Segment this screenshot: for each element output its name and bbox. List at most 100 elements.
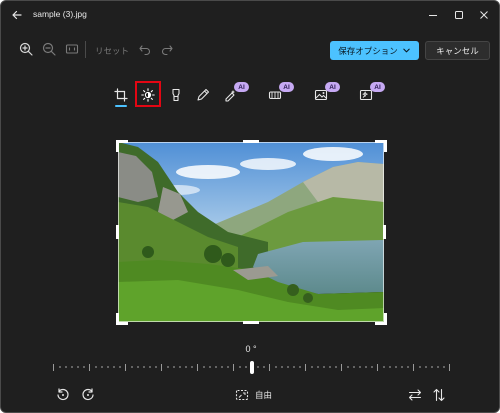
rotate-left-icon[interactable] (55, 387, 71, 403)
ruler-minor-tick (389, 366, 391, 368)
ruler-minor-tick (293, 366, 295, 368)
straighten-slider-thumb[interactable] (250, 361, 254, 374)
ruler-minor-tick (419, 366, 421, 368)
ruler-minor-tick (299, 366, 301, 368)
ruler-major-tick (341, 364, 342, 371)
ruler-minor-tick (173, 366, 175, 368)
close-icon[interactable] (476, 7, 492, 23)
ruler-major-tick (53, 364, 54, 371)
ruler-major-tick (449, 364, 450, 371)
ruler-minor-tick (155, 366, 157, 368)
photo-canvas[interactable] (118, 142, 384, 322)
ruler-minor-tick (401, 366, 403, 368)
ruler-minor-tick (407, 366, 409, 368)
back-arrow-icon[interactable] (9, 7, 25, 23)
ruler-minor-tick (353, 366, 355, 368)
crop-handle-right[interactable] (383, 225, 386, 239)
ruler-minor-tick (443, 366, 445, 368)
redo-icon[interactable] (159, 41, 175, 57)
markup-pen-icon[interactable] (195, 87, 211, 103)
fit-to-window-icon[interactable] (64, 41, 80, 57)
straighten-slider[interactable] (53, 361, 450, 375)
ruler-minor-tick (335, 366, 337, 368)
ruler-major-tick (89, 364, 90, 371)
ruler-minor-tick (425, 366, 427, 368)
ai-badge: AI (325, 82, 340, 92)
straighten-angle-label: 0 ° (245, 344, 257, 354)
crop-handle-top-right[interactable] (375, 140, 387, 152)
ruler-minor-tick (119, 366, 121, 368)
ruler-minor-tick (167, 366, 169, 368)
ruler-minor-tick (275, 366, 277, 368)
ruler-minor-tick (65, 366, 67, 368)
ruler-minor-tick (185, 366, 187, 368)
ruler-major-tick (161, 364, 162, 371)
ruler-minor-tick (137, 366, 139, 368)
ai-badge: AI (234, 82, 249, 92)
ruler-minor-tick (323, 366, 325, 368)
ruler-minor-tick (59, 366, 61, 368)
aspect-ratio-icon (235, 389, 249, 401)
aspect-ratio-label: 自由 (255, 390, 273, 400)
ai-badge: AI (370, 82, 385, 92)
ruler-major-tick (269, 364, 270, 371)
ruler-minor-tick (239, 366, 241, 368)
flip-horizontal-icon[interactable] (407, 387, 423, 403)
ruler-minor-tick (83, 366, 85, 368)
reset-button[interactable]: リセット (95, 45, 129, 57)
aspect-ratio-button[interactable]: 自由 (234, 387, 272, 403)
cancel-button[interactable]: キャンセル (425, 41, 490, 60)
flip-vertical-icon[interactable] (431, 387, 447, 403)
ruler-minor-tick (71, 366, 73, 368)
maximize-icon[interactable] (451, 7, 467, 23)
active-tab-indicator (115, 105, 127, 107)
ruler-major-tick (413, 364, 414, 371)
ruler-minor-tick (179, 366, 181, 368)
ruler-minor-tick (209, 366, 211, 368)
crop-handle-bottom[interactable] (243, 321, 259, 324)
landscape-photo (118, 142, 384, 322)
save-options-label: 保存オプション (338, 45, 398, 56)
window-title: sample (3).jpg (33, 9, 87, 19)
ai-badge: AI (279, 82, 294, 92)
ruler-minor-tick (395, 366, 397, 368)
ruler-minor-tick (257, 366, 259, 368)
save-options-button[interactable]: 保存オプション (330, 41, 419, 60)
ruler-major-tick (125, 364, 126, 371)
adjust-brightness-icon[interactable] (140, 87, 156, 103)
filter-icon[interactable] (168, 87, 184, 103)
crop-handle-top[interactable] (243, 140, 259, 143)
crop-handle-bottom-right[interactable] (375, 313, 387, 325)
ruler-minor-tick (347, 366, 349, 368)
ruler-minor-tick (431, 366, 433, 368)
crop-handle-top-left[interactable] (116, 140, 128, 152)
ruler-minor-tick (107, 366, 109, 368)
ruler-minor-tick (101, 366, 103, 368)
ruler-minor-tick (311, 366, 313, 368)
minimize-icon[interactable] (425, 7, 441, 23)
chevron-down-icon (403, 48, 410, 53)
zoom-in-icon[interactable] (18, 41, 34, 57)
crop-handle-left[interactable] (116, 225, 119, 239)
zoom-out-icon[interactable] (41, 41, 57, 57)
ruler-minor-tick (287, 366, 289, 368)
ruler-major-tick (233, 364, 234, 371)
crop-handle-bottom-left[interactable] (116, 313, 128, 325)
rotate-right-icon[interactable] (80, 387, 96, 403)
toolbar-separator (85, 41, 86, 58)
undo-icon[interactable] (137, 41, 153, 57)
ruler-minor-tick (143, 366, 145, 368)
crop-icon[interactable] (113, 87, 129, 103)
ruler-minor-tick (437, 366, 439, 368)
ruler-minor-tick (131, 366, 133, 368)
ruler-minor-tick (263, 366, 265, 368)
ruler-minor-tick (329, 366, 331, 368)
ruler-minor-tick (383, 366, 385, 368)
ruler-minor-tick (77, 366, 79, 368)
photo-editor-window: sample (3).jpg リセット 保存オプション キャンセル AI AI … (0, 0, 500, 413)
ruler-minor-tick (191, 366, 193, 368)
ruler-minor-tick (281, 366, 283, 368)
ruler-major-tick (377, 364, 378, 371)
ruler-minor-tick (245, 366, 247, 368)
ruler-major-tick (197, 364, 198, 371)
